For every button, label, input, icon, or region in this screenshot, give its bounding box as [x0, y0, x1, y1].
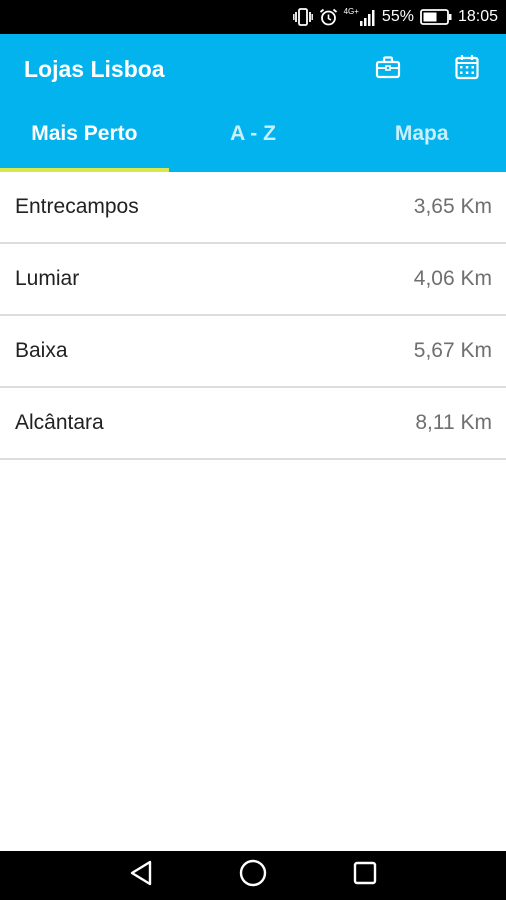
vibrate-icon: [292, 8, 313, 26]
alarm-icon: [319, 8, 338, 26]
list-item[interactable]: Alcântara 8,11 Km: [0, 388, 506, 460]
tab-mapa[interactable]: Mapa: [337, 100, 506, 172]
back-button[interactable]: [121, 856, 161, 896]
list-item[interactable]: Entrecampos 3,65 Km: [0, 172, 506, 244]
status-bar: 4G+ 55% 18:05: [0, 0, 506, 34]
list-item[interactable]: Baixa 5,67 Km: [0, 316, 506, 388]
app-bar: Lojas Lisboa Mais Perto A - Z Mapa: [0, 34, 506, 172]
store-distance: 3,65 Km: [413, 195, 492, 218]
store-name: Lumiar: [15, 267, 80, 290]
home-icon: [238, 858, 268, 893]
navigation-bar: [0, 851, 506, 900]
tab-a-z[interactable]: A - Z: [169, 100, 338, 172]
list-item[interactable]: Lumiar 4,06 Km: [0, 244, 506, 316]
battery-percent: 55%: [381, 8, 414, 25]
store-distance: 8,11 Km: [415, 411, 492, 434]
store-distance: 5,67 Km: [413, 339, 492, 362]
recents-icon: [352, 860, 378, 891]
store-list: Entrecampos 3,65 Km Lumiar 4,06 Km Baixa…: [0, 172, 506, 460]
store-name: Alcântara: [15, 411, 104, 434]
clock: 18:05: [457, 8, 498, 25]
battery-icon: [420, 9, 452, 25]
recents-button[interactable]: [345, 856, 385, 896]
home-button[interactable]: [233, 856, 273, 896]
briefcase-button[interactable]: [371, 54, 405, 84]
signal-icon: 4G+: [343, 6, 376, 26]
calendar-button[interactable]: [450, 54, 484, 84]
briefcase-icon: [375, 55, 401, 84]
tab-mais-perto[interactable]: Mais Perto: [0, 100, 169, 172]
store-distance: 4,06 Km: [413, 267, 492, 290]
network-label: 4G+: [343, 6, 359, 16]
tab-bar: Mais Perto A - Z Mapa: [0, 100, 506, 172]
calendar-icon: [455, 54, 479, 85]
store-name: Baixa: [15, 339, 68, 362]
store-name: Entrecampos: [15, 195, 139, 218]
back-icon: [128, 859, 154, 892]
app-title: Lojas Lisboa: [24, 56, 165, 82]
